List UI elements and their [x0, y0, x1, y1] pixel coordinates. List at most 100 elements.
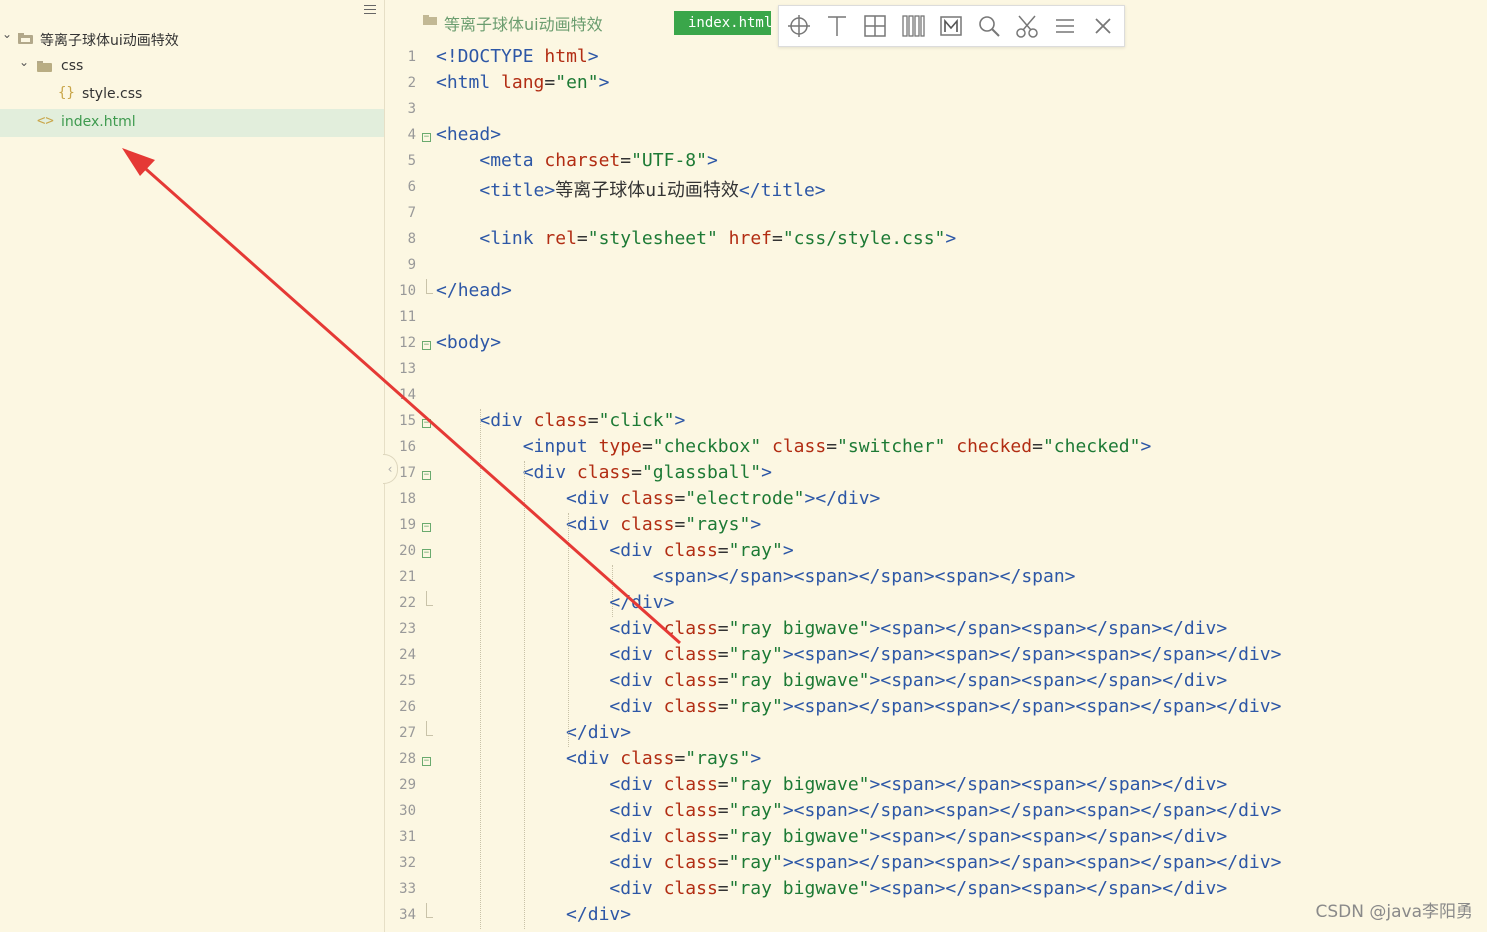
line-number: 9: [407, 257, 416, 273]
code-text: <div class="electrode"></div>: [566, 488, 881, 509]
code-text: <link rel="stylesheet" href="css/style.c…: [479, 228, 957, 249]
code-line[interactable]: 32 <div class="ray"><span></span><span><…: [385, 851, 1487, 877]
code-text: <div class="ray bigwave"><span></span><s…: [609, 670, 1228, 691]
scissors-icon[interactable]: [1014, 13, 1040, 39]
code-text: <div class="ray bigwave"><span></span><s…: [609, 878, 1228, 899]
code-line[interactable]: 18 <div class="electrode"></div>: [385, 487, 1487, 513]
code-line[interactable]: 23 <div class="ray bigwave"><span></span…: [385, 617, 1487, 643]
search-icon[interactable]: [976, 13, 1002, 39]
marker-icon[interactable]: [938, 13, 964, 39]
code-line[interactable]: 7: [385, 201, 1487, 227]
code-line[interactable]: 29 <div class="ray bigwave"><span></span…: [385, 773, 1487, 799]
code-text: <meta charset="UTF-8">: [479, 150, 718, 171]
chevron-down-icon[interactable]: ⌄: [2, 27, 12, 41]
line-number: 8: [407, 231, 416, 247]
code-line[interactable]: 10 </head>: [385, 279, 1487, 305]
code-text: <span></span><span></span><span></span>: [652, 566, 1076, 587]
code-text: <title>等离子球体ui动画特效</title>: [479, 180, 826, 201]
code-line[interactable]: 9: [385, 253, 1487, 279]
line-number: 34: [399, 907, 416, 923]
fold-end-marker: [426, 591, 433, 606]
code-line[interactable]: 6 <title>等离子球体ui动画特效</title>: [385, 175, 1487, 201]
text-icon[interactable]: [824, 13, 850, 39]
code-text: <input type="checkbox" class="switcher" …: [522, 436, 1152, 457]
code-line[interactable]: 15− <div class="click">: [385, 409, 1487, 435]
line-number: 7: [407, 205, 416, 221]
code-line[interactable]: 14: [385, 383, 1487, 409]
grid-icon[interactable]: [862, 13, 888, 39]
line-number: 29: [399, 777, 416, 793]
project-sidebar: ⌄ 等离子球体ui动画特效 ⌄ css {} style.css <> inde…: [0, 0, 385, 932]
line-number: 22: [399, 595, 416, 611]
menu-icon[interactable]: [1052, 13, 1078, 39]
indent-guide: [568, 513, 570, 747]
fold-toggle-icon[interactable]: −: [422, 419, 431, 428]
code-line[interactable]: 11: [385, 305, 1487, 331]
line-number: 17: [399, 465, 416, 481]
code-line[interactable]: 1 <!DOCTYPE html>: [385, 45, 1487, 71]
code-line[interactable]: 24 <div class="ray"><span></span><span><…: [385, 643, 1487, 669]
line-number: 23: [399, 621, 416, 637]
code-text: <div class="ray"><span></span><span></sp…: [609, 644, 1282, 665]
line-number: 16: [399, 439, 416, 455]
code-line[interactable]: 13: [385, 357, 1487, 383]
code-line[interactable]: 21 <span></span><span></span><span></spa…: [385, 565, 1487, 591]
code-line[interactable]: 16 <input type="checkbox" class="switche…: [385, 435, 1487, 461]
code-line[interactable]: 28− <div class="rays">: [385, 747, 1487, 773]
line-number: 21: [399, 569, 416, 585]
line-number: 14: [399, 387, 416, 403]
code-line[interactable]: 30 <div class="ray"><span></span><span><…: [385, 799, 1487, 825]
code-line[interactable]: 22 </div>: [385, 591, 1487, 617]
code-text: </div>: [566, 904, 632, 925]
tree-item-label: style.css: [82, 86, 143, 102]
code-text: <div class="ray bigwave"><span></span><s…: [609, 618, 1228, 639]
crosshair-icon[interactable]: [786, 13, 812, 39]
chevron-down-icon[interactable]: ⌄: [19, 55, 29, 69]
code-line[interactable]: 26 <div class="ray"><span></span><span><…: [385, 695, 1487, 721]
line-number: 10: [399, 283, 416, 299]
code-text: <html lang="en">: [436, 72, 610, 93]
fold-toggle-icon[interactable]: −: [422, 341, 431, 350]
code-line[interactable]: 19− <div class="rays">: [385, 513, 1487, 539]
fold-toggle-icon[interactable]: −: [422, 549, 431, 558]
tab-index-html[interactable]: index.html: [674, 11, 771, 35]
breadcrumb[interactable]: 等离子球体ui动画特效: [444, 11, 603, 35]
code-text: </div>: [566, 722, 632, 743]
fold-toggle-icon[interactable]: −: [422, 523, 431, 532]
code-line[interactable]: 3: [385, 97, 1487, 123]
code-line[interactable]: 20− <div class="ray">: [385, 539, 1487, 565]
indent-guide: [524, 461, 526, 929]
hamburger-menu-icon[interactable]: [364, 5, 376, 15]
line-number: 27: [399, 725, 416, 741]
tree-item-project[interactable]: ⌄ 等离子球体ui动画特效: [0, 25, 384, 53]
code-line[interactable]: 31 <div class="ray bigwave"><span></span…: [385, 825, 1487, 851]
code-text: <div class="ray"><span></span><span></sp…: [609, 800, 1282, 821]
tree-item-label: 等离子球体ui动画特效: [40, 33, 179, 49]
fold-toggle-icon[interactable]: −: [422, 133, 431, 142]
tree-item-index-html[interactable]: <> index.html: [0, 109, 384, 137]
line-number: 26: [399, 699, 416, 715]
code-line[interactable]: 5 <meta charset="UTF-8">: [385, 149, 1487, 175]
fold-toggle-icon[interactable]: −: [422, 471, 431, 480]
code-line[interactable]: 12− <body>: [385, 331, 1487, 357]
code-text: <div class="ray"><span></span><span></sp…: [609, 696, 1282, 717]
tree-item-css-folder[interactable]: ⌄ css: [0, 53, 384, 81]
tree-item-style-css[interactable]: {} style.css: [0, 81, 384, 109]
columns-icon[interactable]: [900, 13, 926, 39]
code-line[interactable]: 2 <html lang="en">: [385, 71, 1487, 97]
line-number: 2: [407, 75, 416, 91]
folder-icon: [18, 33, 33, 44]
line-number: 31: [399, 829, 416, 845]
line-number: 5: [407, 153, 416, 169]
line-number: 30: [399, 803, 416, 819]
fold-toggle-icon[interactable]: −: [422, 757, 431, 766]
code-line[interactable]: 27 </div>: [385, 721, 1487, 747]
close-icon[interactable]: [1090, 13, 1116, 39]
code-line[interactable]: 25 <div class="ray bigwave"><span></span…: [385, 669, 1487, 695]
indent-guide: [480, 409, 482, 929]
code-text: <body>: [436, 332, 502, 353]
code-line[interactable]: 4− <head>: [385, 123, 1487, 149]
code-line[interactable]: 8 <link rel="stylesheet" href="css/style…: [385, 227, 1487, 253]
code-text: <div class="ray">: [609, 540, 794, 561]
code-line[interactable]: 17− <div class="glassball">: [385, 461, 1487, 487]
